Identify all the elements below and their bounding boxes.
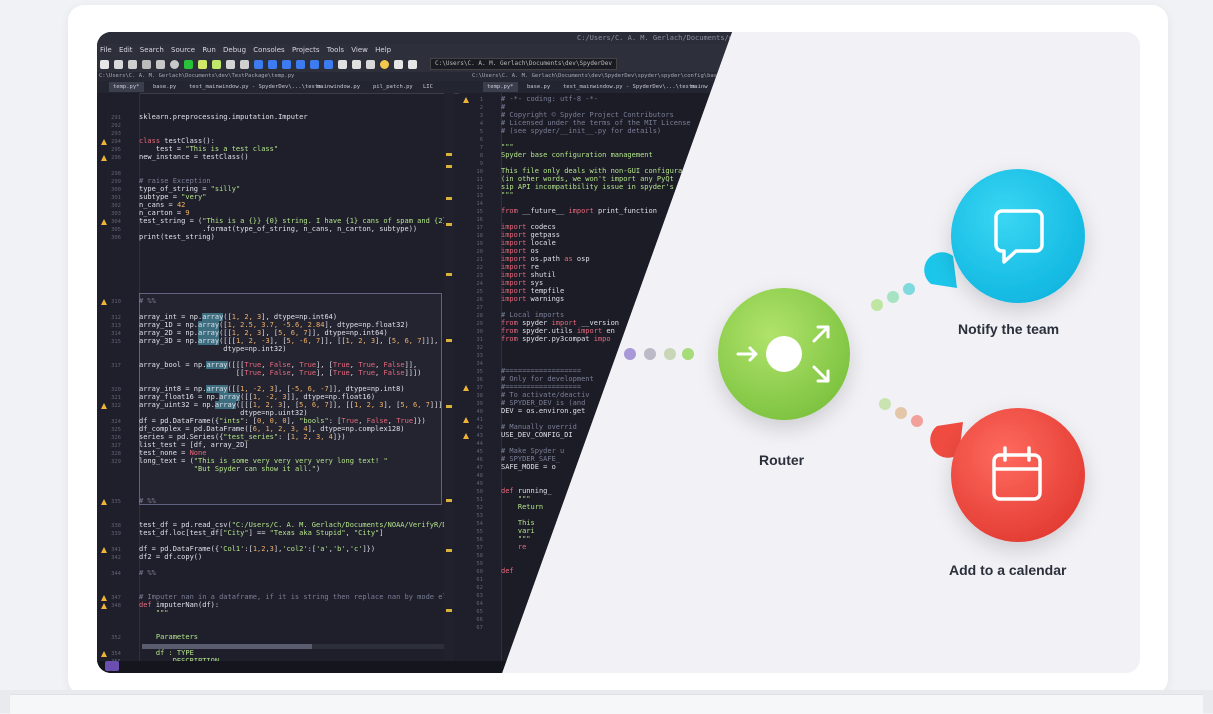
calendar-label: Add to a calendar — [949, 562, 1067, 578]
calendar-connector — [879, 398, 963, 458]
router-label: Router — [759, 452, 805, 468]
incoming-connector — [624, 348, 694, 360]
calendar-node[interactable] — [951, 408, 1085, 542]
notify-node[interactable] — [951, 169, 1085, 303]
notify-label: Notify the team — [958, 321, 1060, 337]
screenshot-frame: C:/Users/C. A. M. Gerlach/Documents/dev/… — [97, 32, 1140, 673]
bottom-strip — [0, 690, 1213, 714]
notify-connector — [871, 252, 957, 311]
